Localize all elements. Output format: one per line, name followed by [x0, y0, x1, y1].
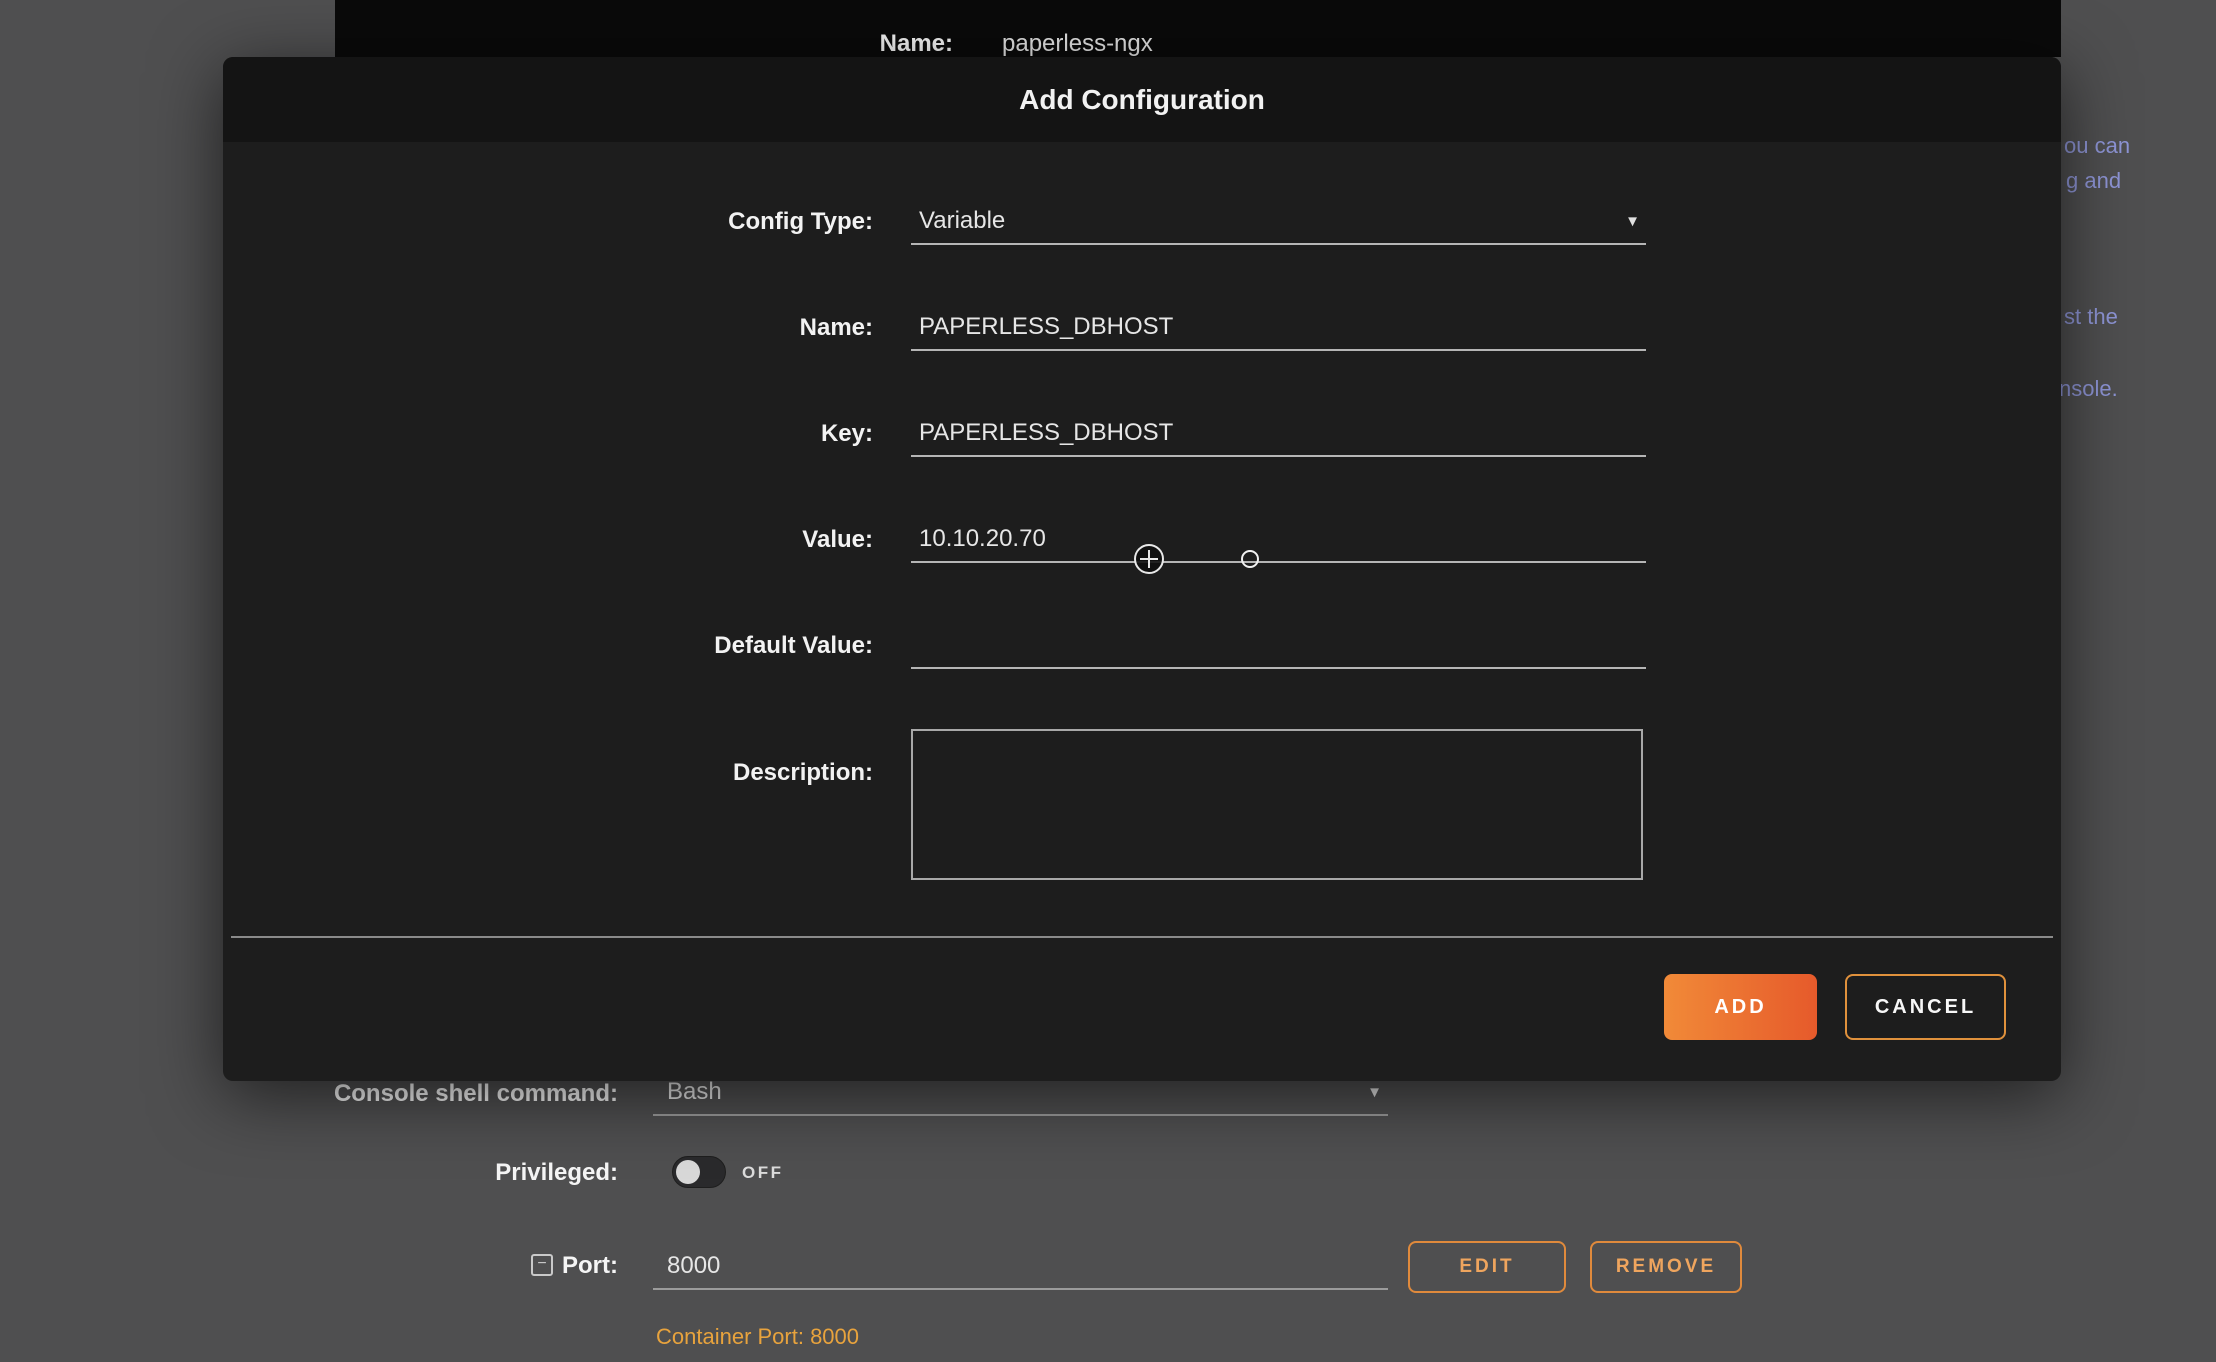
name-field-wrap — [911, 305, 1646, 351]
console-shell-value: Bash — [667, 1078, 722, 1106]
value-field-wrap — [911, 517, 1646, 563]
toggle-knob — [676, 1160, 700, 1184]
key-row: Key: — [223, 411, 2061, 457]
page-dark-panel: Name: paperless-ngx — [335, 0, 2061, 57]
privileged-label: Privileged: — [200, 1159, 618, 1187]
port-value: 8000 — [667, 1252, 720, 1280]
config-type-row: Config Type: Variable ▼ — [223, 199, 2061, 245]
description-label: Description: — [223, 729, 873, 880]
cursor-ring-icon — [1241, 550, 1259, 568]
port-input[interactable]: 8000 — [653, 1244, 1388, 1290]
default-value-input[interactable] — [911, 623, 1646, 667]
name-label: Name: — [223, 305, 873, 351]
value-input[interactable] — [911, 517, 1646, 561]
footer-divider — [231, 936, 2053, 938]
chevron-down-icon: ▼ — [1367, 1084, 1382, 1101]
privileged-toggle[interactable] — [672, 1156, 726, 1188]
name-input[interactable] — [911, 305, 1646, 349]
privileged-toggle-state: OFF — [742, 1163, 784, 1183]
value-label: Value: — [223, 517, 873, 563]
dialog-body: Config Type: Variable ▼ Name: Key: — [223, 142, 2061, 1040]
chevron-down-icon: ▼ — [1625, 213, 1640, 230]
edit-button[interactable]: EDIT — [1408, 1241, 1566, 1293]
description-textarea[interactable] — [911, 729, 1643, 880]
console-shell-label: Console shell command: — [200, 1080, 618, 1108]
dialog-title: Add Configuration — [1019, 84, 1265, 116]
clipped-help-text: st the — [2064, 304, 2118, 330]
screen: Name: paperless-ngx ou can g and st the … — [0, 0, 2216, 1362]
default-value-label: Default Value: — [223, 623, 873, 669]
dialog-header: Add Configuration — [223, 57, 2061, 142]
add-button[interactable]: ADD — [1664, 974, 1817, 1040]
clipped-help-text: nsole. — [2059, 376, 2118, 402]
container-port-note: Container Port: 8000 — [656, 1324, 859, 1350]
key-label: Key: — [223, 411, 873, 457]
bg-name-value: paperless-ngx — [1002, 30, 1153, 58]
config-type-value: Variable — [919, 207, 1005, 235]
clipped-help-text: g and — [2066, 168, 2121, 194]
config-type-select[interactable]: Variable ▼ — [911, 199, 1646, 245]
description-row: Description: — [223, 729, 2061, 880]
dialog-footer: ADD CANCEL — [223, 974, 2061, 1040]
cursor-crosshair-icon — [1134, 544, 1164, 574]
config-type-label: Config Type: — [223, 199, 873, 245]
remove-button[interactable]: REMOVE — [1590, 1241, 1742, 1293]
name-row: Name: — [223, 305, 2061, 351]
cancel-button[interactable]: CANCEL — [1845, 974, 2006, 1040]
port-label: Port: — [200, 1252, 618, 1280]
default-value-row: Default Value: — [223, 623, 2061, 669]
key-field-wrap — [911, 411, 1646, 457]
bg-name-label: Name: — [535, 30, 953, 58]
key-input[interactable] — [911, 411, 1646, 455]
clipped-help-text: ou can — [2064, 133, 2130, 159]
default-value-field-wrap — [911, 623, 1646, 669]
